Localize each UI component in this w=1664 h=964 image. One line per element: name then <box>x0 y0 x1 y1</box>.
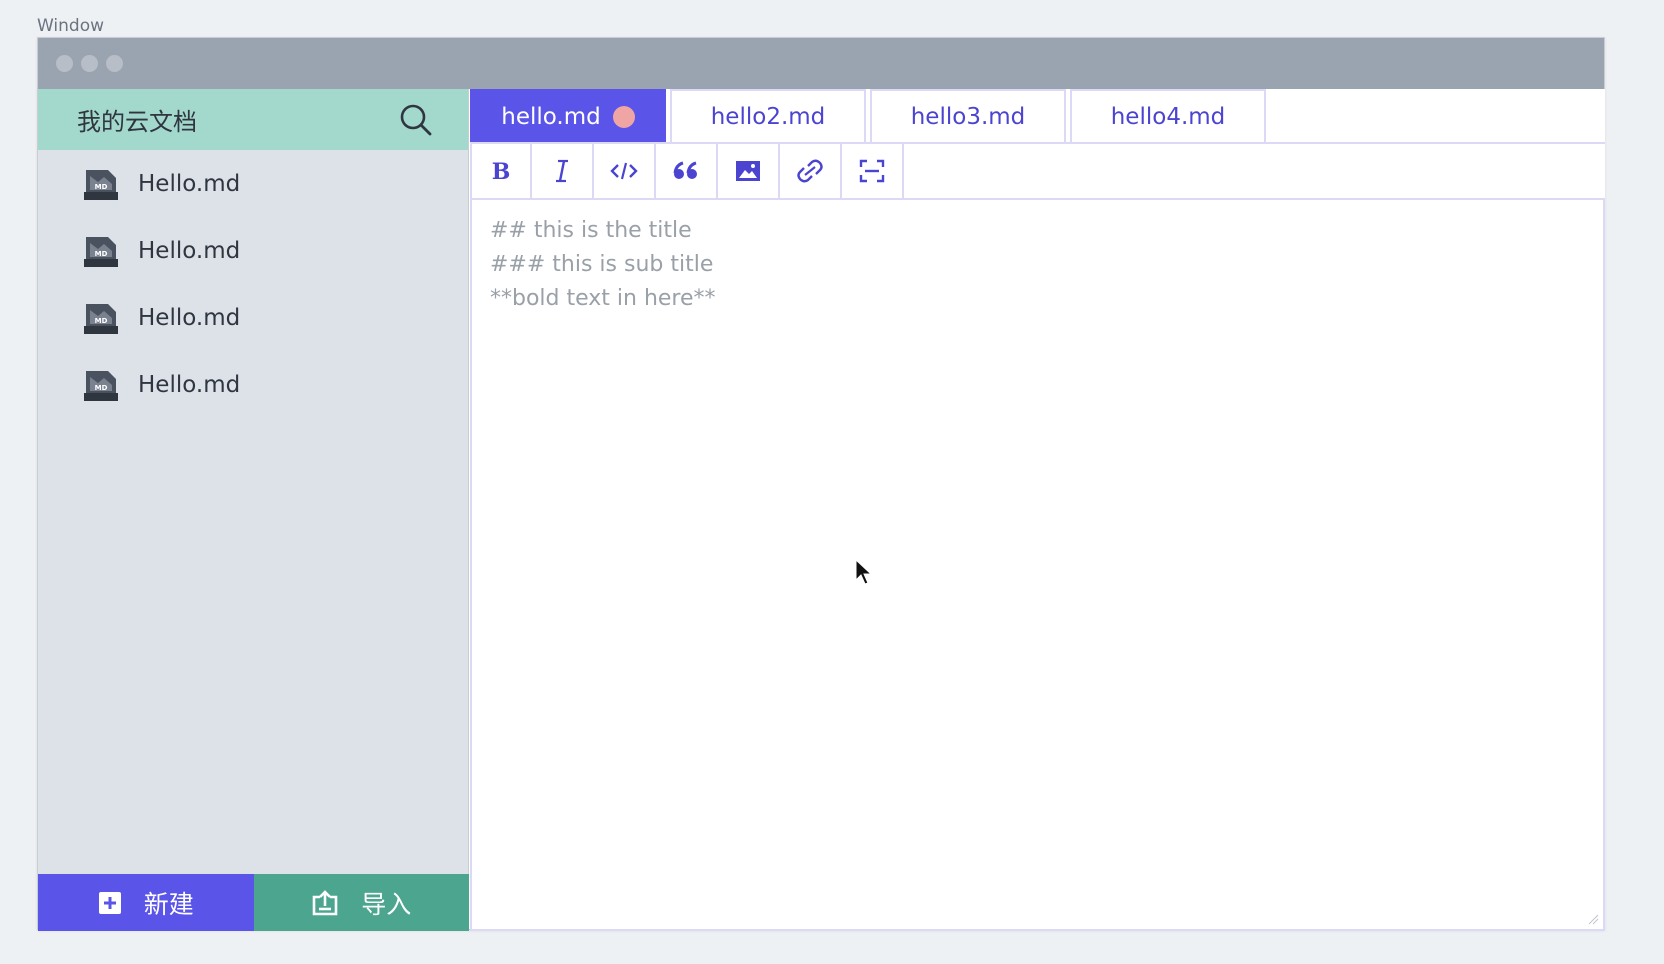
tab-label: hello4.md <box>1110 103 1226 130</box>
sidebar-header: 我的云文档 <box>38 89 468 150</box>
unsaved-indicator <box>612 105 635 128</box>
tab-label: hello3.md <box>910 103 1026 130</box>
bold-icon: B <box>492 159 511 184</box>
svg-text:B: B <box>492 159 511 184</box>
new-file-label: 新建 <box>143 889 194 919</box>
image-button[interactable] <box>718 144 780 198</box>
file-list-item[interactable]: MD Hello.md <box>38 284 468 351</box>
file-list-item[interactable]: MD Hello.md <box>38 217 468 284</box>
file-name: Hello.md <box>138 371 241 398</box>
sidebar: 我的云文档 MD Hello.md MD Hello.md MD Hello.m… <box>38 89 469 931</box>
plus-square-icon <box>98 891 121 914</box>
tab-hello3-md[interactable]: hello3.md <box>870 89 1066 142</box>
import-label: 导入 <box>361 889 412 919</box>
markdown-file-icon: MD <box>82 367 120 403</box>
tab-label: hello.md <box>501 103 601 130</box>
svg-text:MD: MD <box>95 183 108 191</box>
markdown-file-icon: MD <box>82 300 120 336</box>
import-icon <box>312 889 338 915</box>
code-button[interactable] <box>594 144 656 198</box>
file-list-item[interactable]: MD Hello.md <box>38 150 468 217</box>
app-window: 我的云文档 MD Hello.md MD Hello.md MD Hello.m… <box>37 37 1605 931</box>
editor-line: ## this is the title <box>490 218 692 243</box>
image-icon <box>736 161 760 181</box>
quote-icon <box>673 161 697 179</box>
sidebar-footer: 新建 导入 <box>38 874 469 931</box>
file-list-item[interactable]: MD Hello.md <box>38 351 468 418</box>
tab-hello2-md[interactable]: hello2.md <box>670 89 866 142</box>
italic-icon <box>556 159 568 183</box>
link-button[interactable] <box>780 144 842 198</box>
svg-text:MD: MD <box>95 250 108 258</box>
resize-handle-icon[interactable] <box>1587 913 1599 925</box>
tab-hello4-md[interactable]: hello4.md <box>1070 89 1266 142</box>
editor-line: **bold text in here** <box>490 286 716 311</box>
search-icon <box>400 104 432 135</box>
tab-hello-md[interactable]: hello.md <box>470 89 666 142</box>
markdown-file-icon: MD <box>82 233 120 269</box>
italic-button[interactable] <box>532 144 594 198</box>
svg-text:MD: MD <box>95 384 108 392</box>
file-name: Hello.md <box>138 304 241 331</box>
file-name: Hello.md <box>138 237 241 264</box>
link-icon <box>797 159 823 183</box>
tab-label: hello2.md <box>710 103 826 130</box>
svg-text:MD: MD <box>95 317 108 325</box>
markdown-editor[interactable]: ## this is the title ### this is sub tit… <box>470 200 1605 931</box>
code-icon <box>610 162 638 180</box>
fullscreen-icon <box>859 159 885 183</box>
quote-button[interactable] <box>656 144 718 198</box>
maximize-window-dot[interactable] <box>106 55 123 72</box>
editor-line: ### this is sub title <box>490 252 714 277</box>
sidebar-title: 我的云文档 <box>77 108 197 136</box>
file-list: MD Hello.md MD Hello.md MD Hello.md MD H… <box>38 150 468 418</box>
markdown-file-icon: MD <box>82 166 120 202</box>
new-file-button[interactable]: 新建 <box>38 874 254 931</box>
tab-bar: hello.md hello2.md hello3.md hello4.md <box>470 89 1605 144</box>
file-name: Hello.md <box>138 170 241 197</box>
minimize-window-dot[interactable] <box>81 55 98 72</box>
window-caption: Window <box>37 16 105 36</box>
import-button[interactable]: 导入 <box>253 874 469 931</box>
format-toolbar: B <box>470 144 1605 200</box>
title-bar <box>38 38 1604 89</box>
fullscreen-button[interactable] <box>842 144 904 198</box>
bold-button[interactable]: B <box>470 144 532 198</box>
close-window-dot[interactable] <box>56 55 73 72</box>
editor-pane: hello.md hello2.md hello3.md hello4.md B <box>470 89 1605 931</box>
search-button[interactable] <box>396 100 436 140</box>
